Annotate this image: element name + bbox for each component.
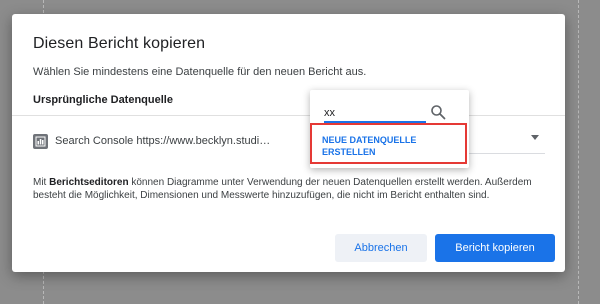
original-source-name: Search Console https://www.becklyn.studi… bbox=[55, 135, 271, 147]
copy-report-button[interactable]: Bericht kopieren bbox=[435, 234, 555, 262]
dialog-subtitle: Wählen Sie mindestens eine Datenquelle f… bbox=[33, 66, 367, 78]
editor-note: Mit Berichtseditoren können Diagramme un… bbox=[33, 176, 553, 202]
search-input[interactable]: xx bbox=[324, 106, 428, 120]
original-source: Search Console https://www.becklyn.studi… bbox=[33, 131, 283, 151]
divider bbox=[12, 115, 565, 116]
note-bold: Berichtseditoren bbox=[49, 177, 129, 188]
note-prefix: Mit bbox=[33, 177, 50, 188]
chevron-down-icon[interactable] bbox=[531, 135, 539, 140]
highlight-annotation-box bbox=[310, 123, 467, 164]
cancel-button[interactable]: Abbrechen bbox=[335, 234, 427, 262]
data-source-icon bbox=[33, 133, 48, 149]
search-icon[interactable] bbox=[430, 104, 446, 120]
copy-report-dialog: Diesen Bericht kopieren Wählen Sie minde… bbox=[12, 14, 565, 272]
dialog-title: Diesen Bericht kopieren bbox=[33, 35, 206, 52]
original-source-label: Ursprüngliche Datenquelle bbox=[33, 94, 173, 106]
backdrop-guide-line bbox=[578, 0, 579, 304]
